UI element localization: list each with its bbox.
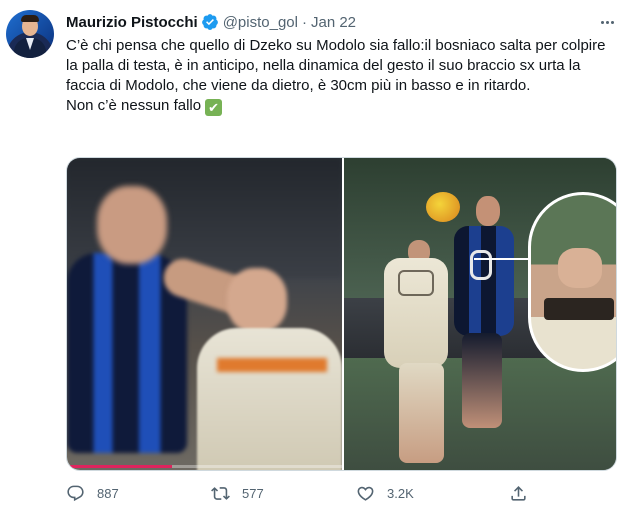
reply-count: 887 bbox=[97, 485, 119, 501]
media-photo[interactable] bbox=[344, 158, 616, 470]
avatar[interactable] bbox=[6, 10, 54, 58]
inset-collar bbox=[544, 298, 614, 320]
tweet-actions: 887 577 3.2K bbox=[66, 480, 612, 506]
retweet-icon bbox=[211, 486, 230, 500]
dzeko-number bbox=[470, 250, 492, 280]
heart-icon bbox=[357, 486, 374, 501]
dzeko-legs bbox=[462, 333, 502, 428]
avatar-hair bbox=[21, 15, 39, 22]
share-icon bbox=[511, 485, 526, 501]
author-handle[interactable]: @pisto_gol bbox=[223, 14, 298, 31]
shirt-stripe bbox=[217, 358, 327, 372]
reply-button[interactable]: 887 bbox=[66, 480, 119, 506]
verified-badge-icon bbox=[201, 14, 218, 30]
retweet-count: 577 bbox=[242, 485, 264, 501]
check-mark-emoji-icon: ✔ bbox=[205, 99, 223, 116]
media-video-frame[interactable] bbox=[67, 158, 342, 470]
player-inter-head bbox=[97, 186, 167, 264]
player-venezia-body bbox=[197, 328, 342, 470]
modolo-number bbox=[398, 270, 434, 296]
header-separator: · bbox=[301, 13, 307, 31]
ball bbox=[426, 192, 460, 222]
dzeko-body bbox=[454, 226, 514, 336]
zoom-pointer-line bbox=[474, 258, 534, 260]
modolo-legs bbox=[399, 363, 444, 463]
tweet[interactable]: Maurizio Pistocchi @pisto_gol · Jan 22 C… bbox=[0, 0, 620, 510]
retweet-button[interactable]: 577 bbox=[211, 480, 264, 506]
dzeko-head bbox=[476, 196, 500, 226]
inset-hand bbox=[558, 248, 602, 288]
video-progress-bar[interactable] bbox=[67, 465, 342, 468]
like-button[interactable]: 3.2K bbox=[356, 480, 414, 506]
like-count: 3.2K bbox=[387, 485, 414, 501]
tweet-header: Maurizio Pistocchi @pisto_gol · Jan 22 bbox=[66, 11, 356, 33]
tweet-date[interactable]: Jan 22 bbox=[311, 14, 356, 31]
tweet-media[interactable] bbox=[66, 157, 617, 471]
tweet-text-paragraph-1: C’è chi pensa che quello di Dzeko su Mod… bbox=[66, 37, 606, 94]
reply-icon bbox=[67, 485, 84, 501]
more-options-icon[interactable] bbox=[596, 13, 618, 31]
share-button[interactable] bbox=[509, 480, 528, 506]
tweet-text: C’è chi pensa che quello di Dzeko su Mod… bbox=[66, 36, 612, 116]
author-name[interactable]: Maurizio Pistocchi bbox=[66, 14, 198, 31]
player-venezia-head bbox=[227, 268, 287, 333]
tweet-text-paragraph-2: Non c’è nessun fallo ✔ bbox=[66, 96, 612, 116]
tweet-text-conclusion: Non c’è nessun fallo bbox=[66, 97, 202, 114]
video-progress-fill bbox=[67, 465, 172, 468]
